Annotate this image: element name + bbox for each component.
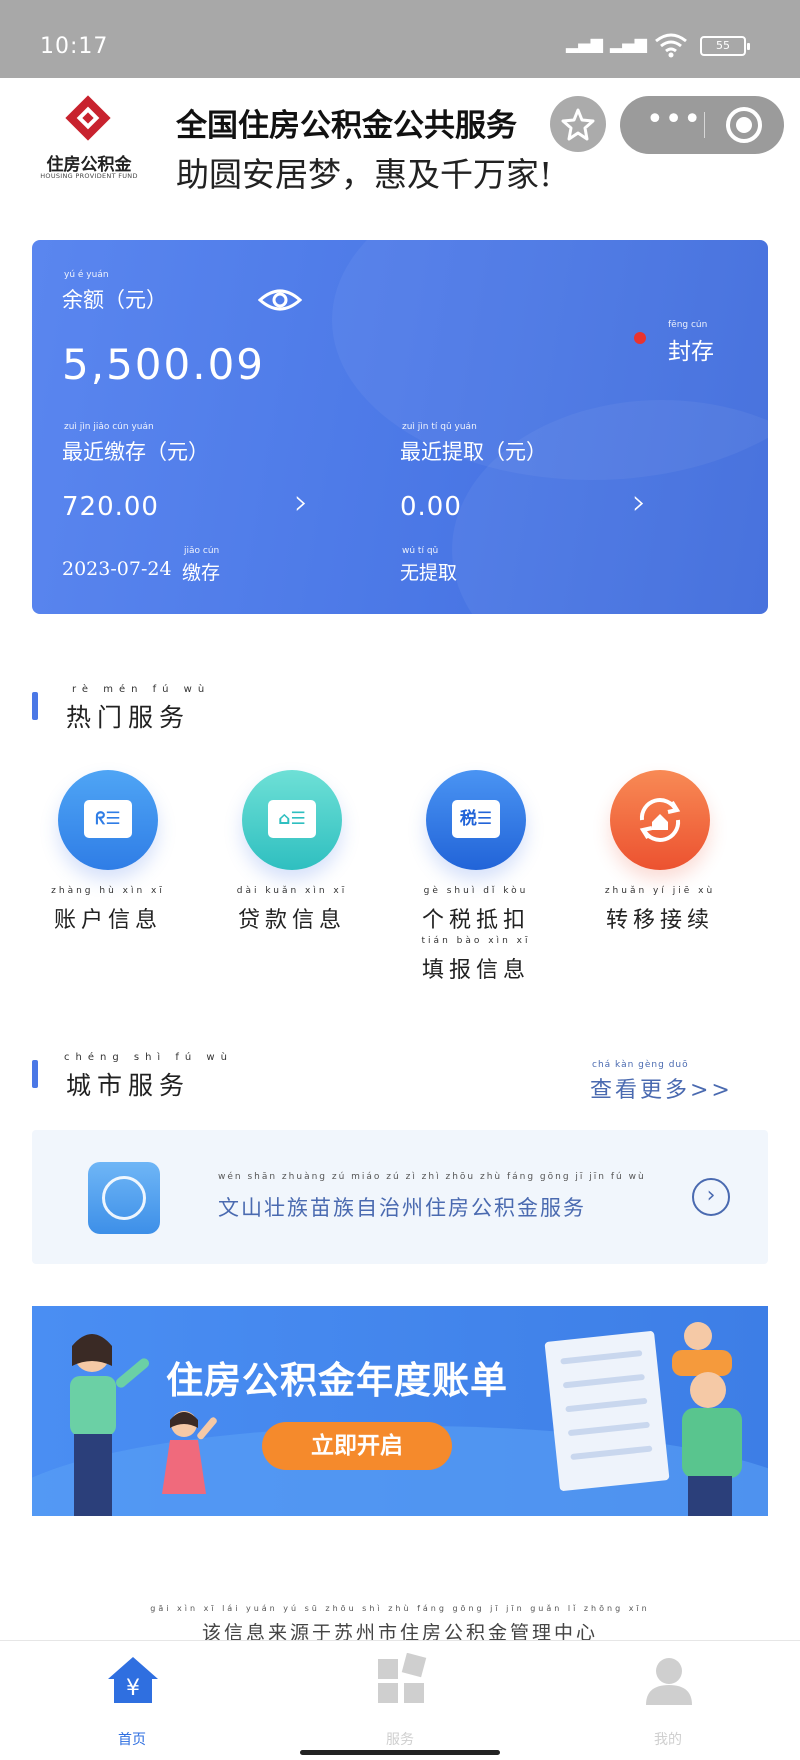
service-label: 转移接续 [605, 908, 714, 933]
recent-deposit-date: 2023-07-24 [62, 558, 172, 580]
tab-services[interactable]: 服务 [330, 1653, 470, 1753]
tab-home-label: 首页 [118, 1732, 146, 1748]
svg-text:¥: ¥ [126, 1676, 140, 1701]
woman-illustration-icon [70, 1334, 150, 1516]
logo-english-text: HOUSING PROVIDENT FUND [40, 172, 138, 180]
service-pinyin-2: tián bào xìn xī [421, 936, 531, 946]
chevron-right-circle-icon[interactable]: › [692, 1178, 730, 1216]
status-dot [634, 332, 646, 344]
balance-label-pinyin: yú é yuán [64, 270, 109, 280]
refresh-home-icon [639, 798, 681, 842]
family-illustration-icon [672, 1322, 742, 1516]
tab-mine[interactable]: 我的 [598, 1653, 738, 1753]
tab-home[interactable]: ¥ 首页 [62, 1653, 202, 1753]
service-account-info[interactable]: ᖇ☰ zhàng hù xìn xī 账户信息 [28, 770, 188, 980]
service-transfer[interactable]: zhuǎn yí jiē xù 转移接续 [580, 770, 740, 980]
signal-icon: ▂▄▆ [566, 34, 603, 53]
city-service-pinyin: wén shān zhuàng zú miáo zú zì zhì zhōu z… [218, 1172, 646, 1182]
status-pinyin: fēng cún [668, 320, 708, 330]
home-icon: ¥ [108, 1657, 158, 1703]
app-logo: 住房公积金 HOUSING PROVIDENT FUND [30, 92, 148, 184]
id-card-glyph: ᖇ☰ [84, 800, 132, 838]
loan-card-icon: ⌂☰ [242, 770, 342, 870]
loan-card-glyph: ⌂☰ [268, 800, 316, 838]
recent-deposit-label: 最近缴存（元） [62, 440, 209, 464]
grid-icon [378, 1653, 427, 1703]
hot-services-title: 热门服务 [66, 703, 191, 732]
signal-icon-2: ▂▄▆ [610, 34, 647, 53]
service-pinyin: zhàng hù xìn xī [51, 886, 165, 896]
eye-icon[interactable] [258, 286, 302, 314]
city-fund-icon [88, 1162, 160, 1234]
more-menu-button[interactable]: ••• [646, 102, 702, 137]
view-more-pinyin: chá kàn gèng duō [592, 1060, 689, 1070]
view-more-link[interactable]: 查看更多>> [590, 1072, 733, 1104]
deposit-word: 缴存 [182, 562, 221, 584]
favorite-button[interactable] [550, 96, 606, 152]
no-withdraw-pinyin: wú tí qǔ [402, 546, 439, 556]
no-withdraw-text: 无提取 [400, 562, 458, 584]
tab-services-label: 服务 [386, 1732, 414, 1748]
capsule-divider [704, 112, 705, 138]
recent-deposit-amount: 720.00 [62, 492, 159, 522]
recent-withdraw-label: 最近提取（元） [400, 440, 547, 464]
balance-amount: 5,500.09 [62, 340, 266, 389]
hot-services-pinyin: rè mén fú wù [72, 684, 211, 695]
deposit-chevron-right-icon[interactable]: › [294, 482, 308, 523]
balance-card: yú é yuán 余额（元） 5,500.09 fēng cún 封存 zuì… [32, 240, 768, 614]
recent-deposit-pinyin: zuì jìn jiǎo cún yuán [64, 422, 154, 432]
battery-icon: 55 [700, 36, 750, 56]
balance-label: 余额（元） [62, 288, 167, 312]
service-pinyin: dài kuǎn xìn xī [236, 886, 348, 896]
id-card-icon: ᖇ☰ [58, 770, 158, 870]
transfer-icon [610, 770, 710, 870]
wifi-icon [655, 33, 687, 58]
recent-withdraw-pinyin: zuì jìn tí qǔ yuán [402, 422, 477, 432]
girl-illustration-icon [162, 1411, 217, 1494]
open-now-button[interactable]: 立即开启 [262, 1422, 452, 1470]
tab-mine-label: 我的 [654, 1732, 682, 1748]
miniprogram-capsule: ••• [620, 96, 784, 154]
tax-icon: 税☰ [426, 770, 526, 870]
service-pinyin: gè shuì dǐ kòu [423, 886, 529, 896]
service-label-2: 填报信息 [421, 958, 530, 983]
footer-note-pinyin: gāi xìn xī lái yuán yú sū zhōu shì zhù f… [150, 1604, 650, 1613]
bottom-tab-bar: ¥ 首页 服务 我的 [0, 1640, 800, 1760]
service-loan-info[interactable]: ⌂☰ dài kuǎn xìn xī 贷款信息 [212, 770, 372, 980]
service-label: 贷款信息 [237, 908, 346, 933]
deposit-word-pinyin: jiǎo cún [184, 546, 220, 556]
housing-fund-logo-icon [65, 95, 111, 141]
status-time: 10:17 [40, 34, 109, 59]
tax-glyph: 税☰ [452, 800, 500, 838]
status-bar: 10:17 ▂▄▆ ▂▄▆ 55 [0, 0, 800, 78]
close-miniprogram-button[interactable] [726, 107, 762, 143]
user-icon [646, 1658, 692, 1705]
service-tax-deduction[interactable]: 税☰ gè shuì dǐ kòu 个税抵扣 tián bào xìn xī 填… [396, 770, 556, 983]
recent-withdraw-amount: 0.00 [400, 492, 462, 522]
city-services-pinyin: chéng shì fú wù [64, 1052, 233, 1063]
account-status: 封存 [668, 339, 714, 365]
banner-headline: 住房公积金年度账单 [166, 1359, 508, 1402]
slogan: 助圆安居梦，惠及千万家! [176, 155, 553, 194]
star-icon [561, 108, 595, 141]
section-marker [32, 692, 38, 720]
annual-statement-banner[interactable]: 住房公积金年度账单 立即开启 [32, 1306, 768, 1516]
city-service-label: 文山壮族苗族自治州住房公积金服务 [218, 1196, 586, 1220]
service-label: 账户信息 [53, 908, 162, 933]
service-label: 个税抵扣 [421, 908, 530, 933]
page-title: 全国住房公积金公共服务 [176, 108, 517, 144]
service-pinyin: zhuǎn yí jiē xù [604, 886, 716, 896]
city-services-title: 城市服务 [66, 1071, 191, 1100]
section-marker [32, 1060, 38, 1088]
home-indicator [300, 1750, 500, 1755]
withdraw-chevron-right-icon[interactable]: › [632, 482, 646, 523]
city-service-item[interactable]: wén shān zhuàng zú miáo zú zì zhì zhōu z… [32, 1130, 768, 1264]
